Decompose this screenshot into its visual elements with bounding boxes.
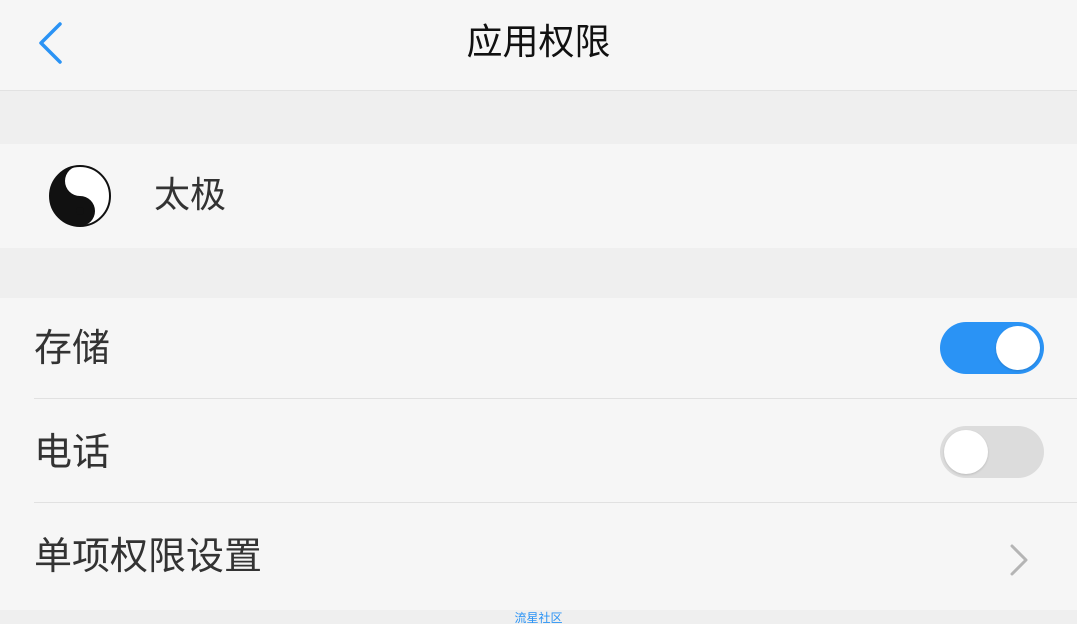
phone-toggle[interactable] bbox=[940, 426, 1044, 478]
toggle-knob bbox=[944, 430, 988, 474]
storage-toggle[interactable] bbox=[940, 322, 1044, 374]
toggle-knob bbox=[996, 326, 1040, 370]
divider bbox=[34, 502, 1077, 503]
page-title: 应用权限 bbox=[466, 22, 611, 63]
yin-yang-icon bbox=[49, 165, 111, 227]
watermark-text: 流星社区 bbox=[514, 611, 563, 624]
app-permissions-screen: 应用权限 太极 存储 电话 单项权限设置 流星社区 bbox=[0, 0, 1077, 624]
permission-row-individual-settings[interactable]: 单项权限设置 bbox=[0, 506, 1077, 610]
app-info-row: 太极 bbox=[0, 144, 1077, 248]
permission-row-storage[interactable]: 存储 bbox=[0, 298, 1077, 402]
permission-row-phone[interactable]: 电话 bbox=[0, 402, 1077, 506]
chevron-right-icon bbox=[1010, 544, 1028, 576]
back-button[interactable] bbox=[30, 18, 74, 68]
divider bbox=[34, 398, 1077, 399]
permission-label: 存储 bbox=[34, 326, 111, 370]
header-bar: 应用权限 bbox=[0, 0, 1077, 91]
permission-label: 单项权限设置 bbox=[34, 534, 263, 578]
permission-list: 存储 电话 单项权限设置 bbox=[0, 298, 1077, 610]
permission-label: 电话 bbox=[34, 430, 111, 474]
chevron-left-icon bbox=[39, 22, 62, 64]
app-name: 太极 bbox=[154, 175, 227, 216]
